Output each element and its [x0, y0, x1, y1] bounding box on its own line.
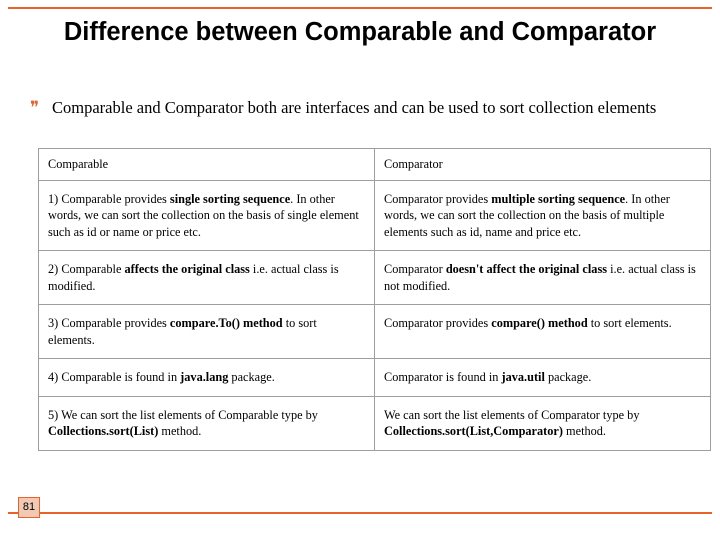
cell-comparable: 1) Comparable provides single sorting se…: [38, 179, 375, 251]
table-header-row: Comparable Comparator: [38, 148, 711, 181]
cell-text-pre: 3) Comparable provides: [48, 316, 170, 330]
cell-text-post: method.: [562, 424, 607, 438]
cell-comparable: 3) Comparable provides compare.To() meth…: [38, 304, 375, 359]
cell-text-pre: 4) Comparable is found in: [48, 370, 181, 384]
table-row: 4) Comparable is found in java.lang pack…: [38, 358, 711, 397]
cell-text-post: method.: [158, 424, 202, 438]
cell-comparator: Comparator doesn't affect the original c…: [374, 250, 711, 305]
comparison-table: Comparable Comparator 1) Comparable prov…: [38, 148, 711, 451]
intro-bullet-text: Comparable and Comparator both are inter…: [52, 98, 657, 117]
cell-text-pre: Comparator is found in: [384, 370, 502, 384]
cell-text-post: package.: [544, 370, 592, 384]
cell-text-bold: Collections.sort(List): [48, 424, 159, 438]
cell-text-pre: Comparator provides: [384, 191, 492, 206]
cell-comparable: 4) Comparable is found in java.lang pack…: [38, 358, 375, 397]
column-header-comparable: Comparable: [38, 148, 375, 181]
cell-comparator: Comparator provides multiple sorting seq…: [374, 179, 711, 251]
cell-text-bold: compare() method: [491, 316, 588, 330]
cell-comparator: We can sort the list elements of Compara…: [374, 395, 711, 451]
cell-text-pre: Comparator provides: [384, 316, 492, 330]
bullet-icon: ❞: [30, 98, 40, 118]
cell-text-bold: compare.To() method: [169, 316, 283, 330]
cell-text-bold: single sorting sequence: [169, 191, 291, 206]
table-body: Comparable Comparator 1) Comparable prov…: [38, 148, 711, 451]
slide: Difference between Comparable and Compar…: [0, 0, 720, 540]
intro-bullet: ❞ Comparable and Comparator both are int…: [30, 96, 700, 119]
cell-comparable: 5) We can sort the list elements of Comp…: [38, 395, 375, 451]
bottom-divider: [8, 512, 712, 514]
cell-text-bold: affects the original class: [124, 262, 250, 276]
page-number: 81: [22, 501, 36, 513]
cell-text-pre: We can sort the list elements of Compara…: [384, 407, 640, 422]
cell-comparator: Comparator provides compare() method to …: [374, 304, 711, 359]
cell-text-post: to sort elements.: [587, 316, 672, 330]
table-row: 2) Comparable affects the original class…: [38, 250, 711, 305]
cell-text-bold: java.lang: [180, 370, 229, 384]
cell-text-pre: 5) We can sort the list elements of Comp…: [48, 407, 318, 422]
page-title: Difference between Comparable and Compar…: [63, 18, 657, 46]
cell-text-bold: Collections.sort(List,Comparator): [384, 424, 563, 438]
table-row: 5) We can sort the list elements of Comp…: [38, 395, 711, 451]
table-row: 3) Comparable provides compare.To() meth…: [38, 304, 711, 359]
cell-text-pre: 1) Comparable provides: [48, 191, 170, 206]
cell-text-bold: multiple sorting sequence: [491, 191, 626, 206]
cell-text-bold: java.util: [501, 370, 545, 384]
cell-text-post: package.: [228, 370, 275, 384]
cell-text-bold: doesn't affect the original class: [445, 262, 608, 276]
top-divider: [8, 7, 712, 9]
cell-comparator: Comparator is found in java.util package…: [374, 358, 711, 397]
table-row: 1) Comparable provides single sorting se…: [38, 179, 711, 251]
cell-comparable: 2) Comparable affects the original class…: [38, 250, 375, 305]
cell-text-pre: 2) Comparable: [48, 262, 125, 276]
column-header-comparator: Comparator: [374, 148, 711, 181]
cell-text-pre: Comparator: [384, 262, 446, 276]
